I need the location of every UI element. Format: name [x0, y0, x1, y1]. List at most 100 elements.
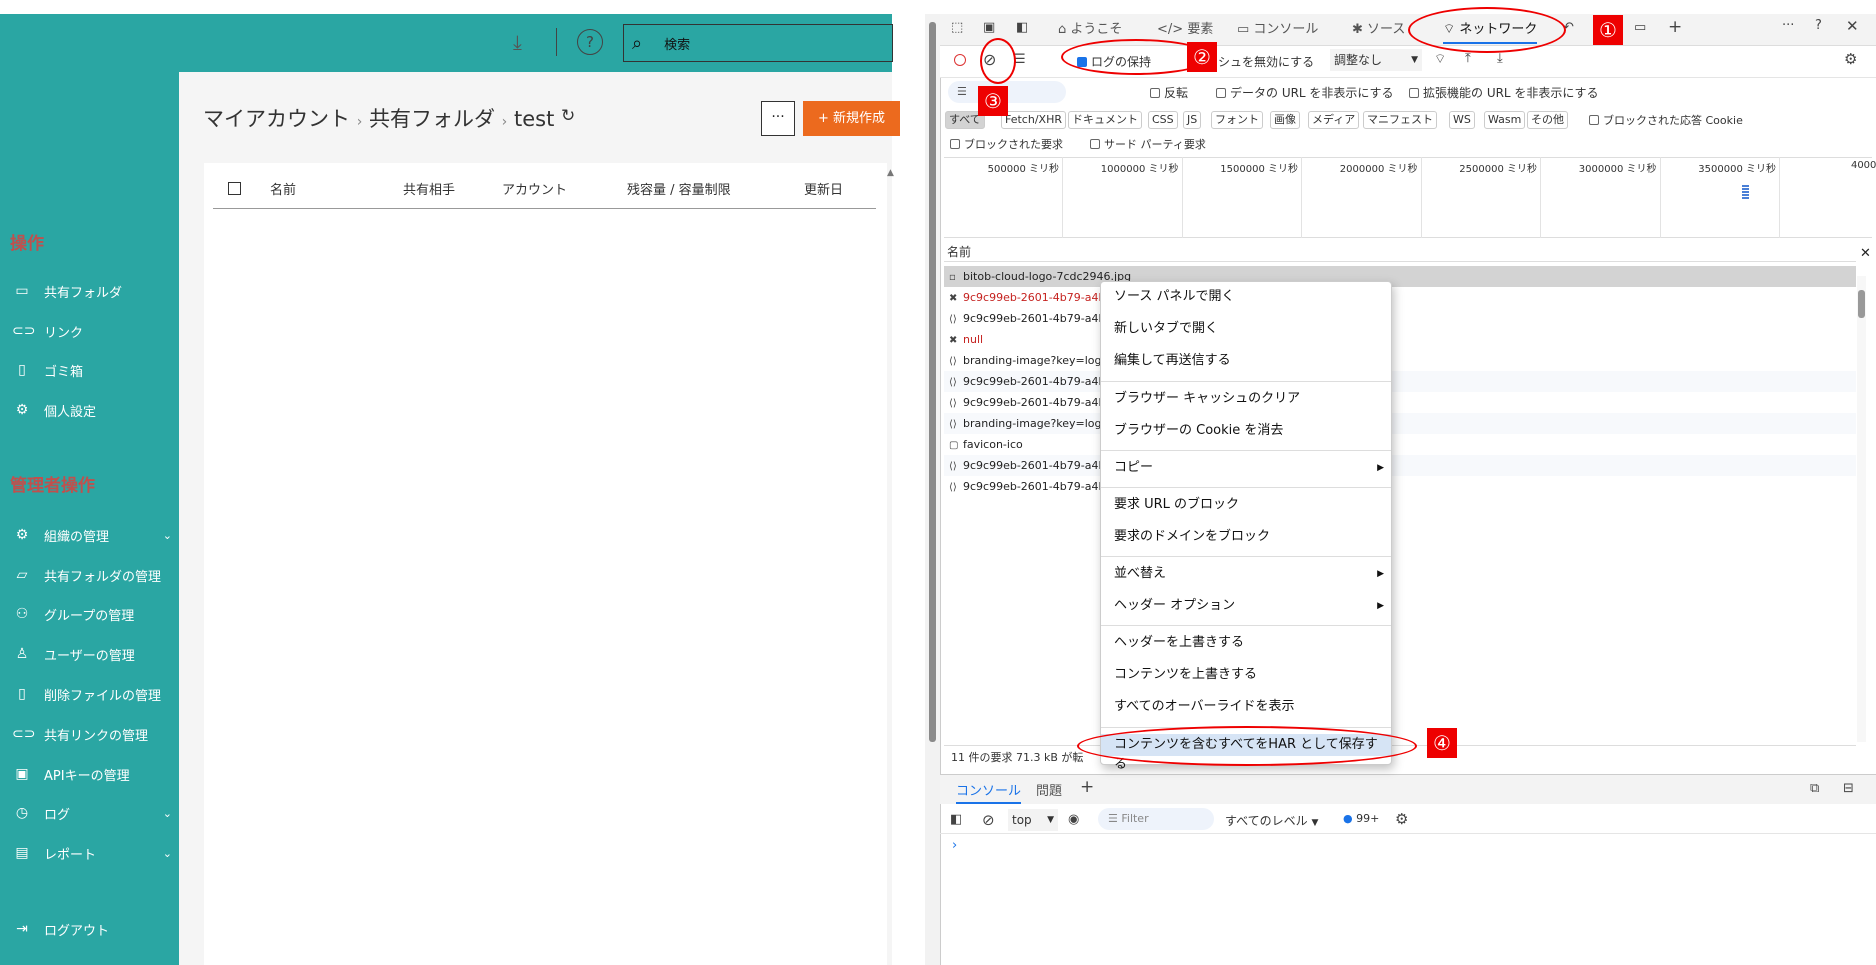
menu-item-2[interactable]: 編集して再送信する	[1114, 351, 1384, 371]
request-scrollbar[interactable]	[1857, 276, 1866, 742]
type-filter-10[interactable]: Wasm	[1484, 111, 1526, 129]
log-levels-select[interactable]: すべてのレベル ▼	[1225, 812, 1318, 829]
inspect-icon[interactable]: ⬚	[951, 20, 963, 35]
more-button[interactable]: ···	[761, 101, 795, 136]
third-party-checkbox[interactable]: サード パーティ要求	[1090, 136, 1206, 152]
type-filter-8[interactable]: マニフェスト	[1363, 111, 1437, 129]
close-icon[interactable]: ✕	[1860, 246, 1871, 261]
tab-sources[interactable]: ✱ ソース	[1352, 14, 1405, 46]
type-filter-9[interactable]: WS	[1449, 111, 1475, 129]
console-settings-icon[interactable]: ⚙	[1395, 810, 1408, 828]
admin-item-7[interactable]: ◷ ログ ⌄	[12, 801, 172, 825]
admin-item-5[interactable]: ⊂⊃ 共有リンクの管理	[12, 722, 172, 746]
menu-item-0[interactable]: ソース パネルで開く	[1114, 287, 1384, 307]
menu-item-12[interactable]: すべてのオーバーライドを表示	[1114, 697, 1384, 717]
settings-gear-icon[interactable]: ⚙	[1844, 50, 1857, 68]
request-scrollbar-thumb[interactable]	[1858, 290, 1865, 318]
console-prompt[interactable]: ›	[952, 838, 957, 853]
invert-checkbox[interactable]: 反転	[1150, 84, 1188, 101]
select-all-checkbox[interactable]	[228, 182, 241, 195]
add-tab-icon[interactable]: +	[1080, 777, 1094, 797]
add-tab-icon[interactable]: +	[1668, 17, 1682, 37]
drawer-tab-console[interactable]: コンソール	[956, 780, 1022, 804]
close-icon[interactable]: ✕	[1846, 17, 1859, 35]
type-filter-5[interactable]: フォント	[1211, 111, 1263, 129]
dock-icon[interactable]: ◧	[1016, 20, 1028, 35]
console-filter-input[interactable]: ☰ Filter	[1098, 808, 1214, 830]
message-count-badge[interactable]: ● 99+	[1343, 812, 1379, 825]
admin-item-3[interactable]: ♙ ユーザーの管理	[12, 642, 172, 666]
request-row[interactable]: ⟨⟩ 9c9c99eb-2601-4b79-a4b	[944, 371, 1856, 392]
request-list-header[interactable]: 名前	[944, 242, 1856, 262]
menu-item-8[interactable]: 並べ替え ▶	[1114, 564, 1384, 584]
menu-item-7[interactable]: 要求のドメインをブロック	[1114, 527, 1384, 547]
col-account[interactable]: アカウント	[502, 179, 567, 198]
col-updated[interactable]: 更新日	[804, 179, 843, 198]
sidebar-item-1[interactable]: ⊂⊃ リンク	[12, 319, 172, 343]
search-input[interactable]: ⌕ 検索	[623, 24, 893, 62]
new-create-button[interactable]: + 新規作成	[803, 101, 900, 136]
device-icon[interactable]: ▣	[983, 20, 995, 35]
type-filter-11[interactable]: その他	[1527, 111, 1568, 129]
request-row[interactable]: ⟨⟩ 9c9c99eb-2601-4b79-a4b	[944, 476, 1856, 497]
type-filter-3[interactable]: CSS	[1148, 111, 1178, 129]
close-drawer-icon[interactable]: ⊟	[1843, 781, 1854, 796]
download-icon[interactable]: ⤓	[1497, 51, 1503, 66]
blocked-requests-checkbox[interactable]: ブロックされた要求	[950, 136, 1063, 152]
disable-cache-checkbox[interactable]: シュを無効にする	[1218, 53, 1314, 70]
network-conditions-icon[interactable]: ⌔	[1434, 51, 1446, 67]
menu-item-6[interactable]: 要求 URL のブロック	[1114, 495, 1384, 515]
request-row[interactable]: ▢ favicon-ico	[944, 434, 1856, 455]
menu-item-1[interactable]: 新しいタブで開く	[1114, 319, 1384, 339]
help-icon[interactable]: ?	[577, 29, 603, 55]
request-row[interactable]: ⟨⟩ 9c9c99eb-2601-4b79-a4b	[944, 308, 1856, 329]
col-capacity[interactable]: 残容量 / 容量制限	[627, 179, 731, 198]
admin-item-4[interactable]: ▯ 削除ファイルの管理	[12, 682, 172, 706]
menu-item-5[interactable]: コピー ▶	[1114, 458, 1384, 478]
request-row[interactable]: ✖ null	[944, 329, 1856, 350]
menu-item-10[interactable]: ヘッダーを上書きする	[1114, 633, 1384, 653]
request-row[interactable]: ⟨⟩ 9c9c99eb-2601-4b79-a4b	[944, 455, 1856, 476]
type-filter-2[interactable]: ドキュメント	[1068, 111, 1142, 129]
sidebar-item-2[interactable]: ▯ ゴミ箱	[12, 358, 172, 382]
breadcrumb-my-account[interactable]: マイアカウント	[203, 107, 350, 131]
type-filter-1[interactable]: Fetch/XHR	[1001, 111, 1066, 129]
throttle-select[interactable]: 調整なし ▼	[1330, 49, 1422, 71]
eye-icon[interactable]: ◉	[1068, 812, 1079, 827]
refresh-icon[interactable]: ↻	[561, 106, 575, 126]
col-shared-with[interactable]: 共有相手	[403, 179, 455, 198]
record-icon[interactable]	[954, 54, 966, 66]
menu-item-4[interactable]: ブラウザーの Cookie を消去	[1114, 421, 1384, 441]
hide-ext-urls-checkbox[interactable]: 拡張機能の URL を非表示にする	[1409, 84, 1599, 101]
admin-item-8[interactable]: ▤ レポート ⌄	[12, 841, 172, 865]
download-icon[interactable]: ⤓	[513, 30, 522, 54]
request-row[interactable]: ⟨⟩ branding-image?key=log	[944, 350, 1856, 371]
admin-item-6[interactable]: ▣ APIキーの管理	[12, 762, 172, 786]
more-icon[interactable]: ···	[1782, 18, 1794, 33]
sidebar-item-logout[interactable]: ⇥ ログアウト	[12, 917, 172, 941]
admin-item-1[interactable]: ▱ 共有フォルダの管理	[12, 563, 172, 587]
breadcrumb-shared-folder[interactable]: 共有フォルダ	[369, 107, 495, 131]
sidebar-item-0[interactable]: ▭ 共有フォルダ	[12, 279, 172, 303]
admin-item-0[interactable]: ⚙ 組織の管理 ⌄	[12, 523, 172, 547]
blocked-cookies-checkbox[interactable]: ブロックされた応答 Cookie	[1589, 112, 1743, 128]
help-icon[interactable]: ?	[1815, 18, 1822, 33]
menu-item-3[interactable]: ブラウザー キャッシュのクリア	[1114, 389, 1384, 409]
context-select[interactable]: top ▼	[1008, 809, 1058, 831]
request-row[interactable]: ▫ bitob-cloud-logo-7cdc2946.jpg	[944, 266, 1856, 287]
request-row[interactable]: ⟨⟩ branding-image?key=log	[944, 413, 1856, 434]
new-window-icon[interactable]: ▭	[1634, 20, 1646, 35]
col-name[interactable]: 名前	[270, 179, 296, 198]
upload-icon[interactable]: ⤒	[1465, 51, 1471, 66]
clear-console-icon[interactable]: ⊘	[982, 811, 995, 829]
type-filter-4[interactable]: JS	[1183, 111, 1202, 129]
tab-console[interactable]: ▭ コンソール	[1237, 14, 1318, 46]
admin-item-2[interactable]: ⚇ グループの管理	[12, 602, 172, 626]
sidebar-toggle-icon[interactable]: ◧	[950, 812, 962, 827]
menu-item-9[interactable]: ヘッダー オプション ▶	[1114, 596, 1384, 616]
drawer-tab-issues[interactable]: 問題	[1036, 780, 1062, 799]
request-row[interactable]: ✖ 9c9c99eb-2601-4b79-a4b	[944, 287, 1856, 308]
request-row[interactable]: ⟨⟩ 9c9c99eb-2601-4b79-a4b	[944, 392, 1856, 413]
scroll-up-arrow[interactable]: ▲	[887, 168, 894, 178]
menu-item-11[interactable]: コンテンツを上書きする	[1114, 665, 1384, 685]
